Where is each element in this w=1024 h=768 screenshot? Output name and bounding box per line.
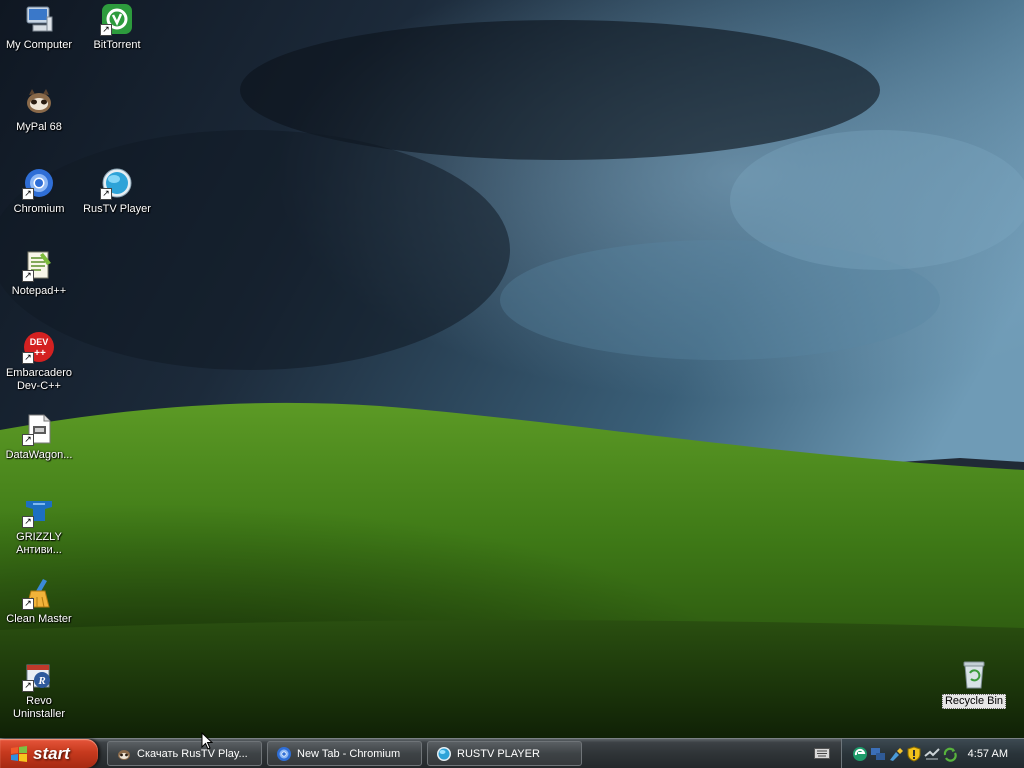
network-icon[interactable]	[870, 746, 886, 762]
shortcut-arrow-icon: ↗	[22, 270, 34, 282]
svg-text:DEV: DEV	[30, 337, 49, 347]
taskbar: start Скачать RusTV Play... New Tab - Ch…	[0, 738, 1024, 768]
desktop-icon-rustv-player[interactable]: ↗ RusTV Player	[79, 166, 155, 216]
desktop-icon-dev-cpp[interactable]: DEV ++ ↗ Embarcadero Dev-C++	[1, 330, 77, 393]
taskbar-button-mypal[interactable]: Скачать RusTV Play...	[107, 741, 262, 766]
recycle-bin-icon	[957, 657, 991, 691]
connection-icon[interactable]	[924, 746, 940, 762]
chromium-icon	[277, 746, 291, 761]
desktop-icon-grizzly-antivirus[interactable]: ↗ GRIZZLY Антиви...	[1, 494, 77, 557]
desktop-icon-label: GRIZZLY Антиви...	[16, 531, 62, 556]
desktop-icon-label: MyPal 68	[16, 121, 62, 133]
chromium-icon: ↗	[22, 166, 56, 200]
desktop-icon-label: DataWagon...	[5, 449, 73, 461]
desktop-icon-label: Notepad++	[11, 285, 67, 297]
rustv-icon: ↗	[100, 166, 134, 200]
recycle-tray-icon[interactable]	[942, 746, 958, 762]
mypal-icon	[22, 84, 56, 118]
taskbar-button-label: New Tab - Chromium	[297, 747, 401, 760]
taskbar-button-label: RUSTV PLAYER	[457, 747, 540, 760]
rustv-icon	[437, 746, 451, 761]
desktop-icon-bittorrent[interactable]: ↗ BitTorrent	[79, 2, 155, 52]
desktop-icon-label: Clean Master	[6, 613, 72, 625]
desktop-icon-datawagon[interactable]: ↗ DataWagon...	[1, 412, 77, 462]
desktop-icon-label: Revo Uninstaller	[13, 695, 65, 720]
desktop-icon-revo-uninstaller[interactable]: R ↗ Revo Uninstaller	[1, 658, 77, 721]
shortcut-arrow-icon: ↗	[22, 352, 34, 364]
wallpaper	[0, 0, 1024, 738]
svg-text:R: R	[37, 675, 45, 687]
desktop-icon-chromium[interactable]: ↗ Chromium	[1, 166, 77, 216]
desktop-icon-label: BitTorrent	[93, 39, 141, 51]
system-tray: 4:57 AM	[841, 739, 1024, 768]
start-label: start	[33, 743, 70, 763]
shortcut-arrow-icon: ↗	[22, 680, 34, 692]
shortcut-arrow-icon: ↗	[22, 516, 34, 528]
revo-uninstaller-icon: R ↗	[22, 658, 56, 692]
clock[interactable]: 4:57 AM	[968, 748, 1008, 760]
desktop-icon-clean-master[interactable]: ↗ Clean Master	[1, 576, 77, 626]
desktop-icon-notepad-plus-plus[interactable]: ↗ Notepad++	[1, 248, 77, 298]
desktop-icon-recycle-bin[interactable]: Recycle Bin	[936, 657, 1012, 709]
shortcut-arrow-icon: ↗	[22, 434, 34, 446]
desktop-icon-mypal[interactable]: MyPal 68	[1, 84, 77, 134]
start-button[interactable]: start	[0, 739, 98, 768]
desktop-icon-label: Recycle Bin	[941, 694, 1007, 709]
desktop-icon-label: RusTV Player	[83, 203, 151, 215]
keyboard-icon[interactable]	[814, 746, 830, 760]
edge-icon[interactable]	[852, 746, 868, 762]
shortcut-arrow-icon: ↗	[22, 188, 34, 200]
grizzly-icon: ↗	[22, 494, 56, 528]
taskbar-button-chromium[interactable]: New Tab - Chromium	[267, 741, 422, 766]
shortcut-arrow-icon: ↗	[22, 598, 34, 610]
windows-flag-icon	[11, 745, 27, 762]
paint-icon[interactable]	[888, 746, 904, 762]
svg-text:++: ++	[34, 348, 46, 359]
desktop-icon-label: My Computer	[5, 39, 73, 51]
datawagon-icon: ↗	[22, 412, 56, 446]
taskbar-button-rustv-player[interactable]: RUSTV PLAYER	[427, 741, 582, 766]
bittorrent-icon: ↗	[100, 2, 134, 36]
notepadpp-icon: ↗	[22, 248, 56, 282]
mouse-cursor-icon	[201, 732, 213, 750]
shield-icon[interactable]	[906, 745, 922, 762]
desktop-icon-my-computer[interactable]: My Computer	[1, 2, 77, 52]
shortcut-arrow-icon: ↗	[100, 24, 112, 36]
devcpp-icon: DEV ++ ↗	[22, 330, 56, 364]
desktop-icon-label: Chromium	[13, 203, 65, 215]
my-computer-icon	[22, 2, 56, 36]
taskbar-button-label: Скачать RusTV Play...	[137, 747, 248, 760]
mypal-icon	[118, 749, 130, 760]
desktop[interactable]: My Computer ↗ BitTorrent MyPal 68 ↗ Chro…	[0, 0, 1024, 738]
desktop-icon-label: Embarcadero Dev-C++	[5, 367, 73, 392]
clean-master-icon: ↗	[22, 576, 56, 610]
shortcut-arrow-icon: ↗	[100, 188, 112, 200]
